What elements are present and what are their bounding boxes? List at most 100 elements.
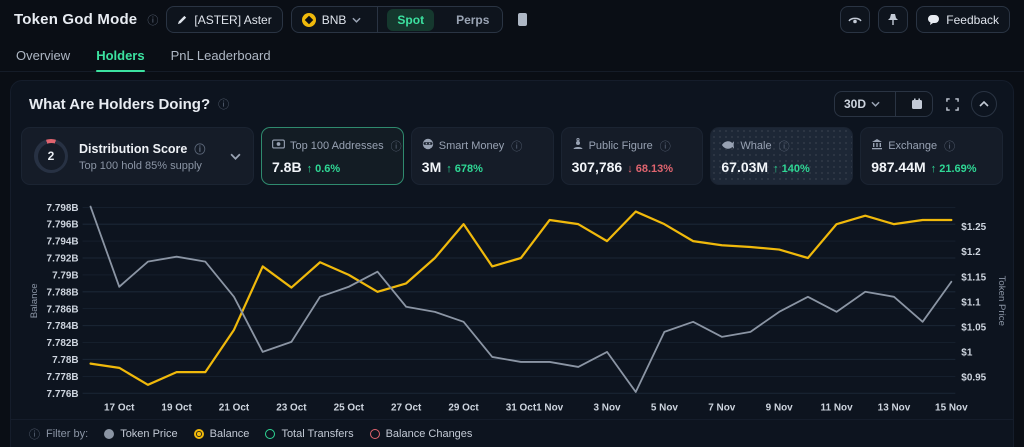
x-axis-tick: 1 Nov	[536, 402, 563, 413]
legend-item-token-price[interactable]: Token Price	[104, 428, 177, 440]
stat-cards-row: 2 Distribution Score ⓘ Top 100 hold 85% sup…	[11, 123, 1013, 187]
stat-value: 7.8B	[272, 159, 302, 175]
left-axis-tick: 7.78B	[52, 355, 79, 366]
right-axis-tick: $1.15	[961, 272, 986, 283]
eye-icon	[848, 15, 862, 25]
divider	[895, 92, 896, 116]
chevron-down-icon	[871, 101, 880, 107]
calendar-icon	[911, 98, 923, 110]
series-line-token-price	[91, 207, 952, 392]
chain-selector-button[interactable]: BNB	[292, 7, 372, 32]
stat-value: 67.03M	[721, 159, 768, 175]
score-subtitle: Top 100 hold 85% supply	[79, 160, 219, 172]
right-axis-tick: $1	[961, 347, 972, 358]
legend-item-balance[interactable]: Balance	[194, 428, 250, 440]
calendar-button[interactable]	[902, 92, 932, 116]
pencil-icon	[177, 14, 188, 25]
series-line-balance	[91, 212, 952, 385]
chain-selector-label: BNB	[322, 13, 347, 27]
legend-text: Total Transfers	[281, 428, 353, 440]
token-selector-button[interactable]: [ASTER] Aster	[166, 6, 282, 33]
distribution-score-card[interactable]: 2 Distribution Score ⓘ Top 100 hold 85% sup…	[21, 127, 254, 185]
left-axis-tick: 7.788B	[47, 287, 79, 298]
holders-activity-panel: What Are Holders Doing? ⓘ 30D	[10, 80, 1014, 447]
tab-overview[interactable]: Overview	[16, 39, 70, 71]
pin-button[interactable]	[878, 6, 908, 33]
pin-icon	[887, 13, 899, 26]
legend-item-total-transfers[interactable]: Total Transfers	[265, 428, 353, 440]
feedback-label: Feedback	[946, 13, 999, 27]
x-axis-tick: 15 Nov	[935, 402, 968, 413]
stat-card-whale[interactable]: Whaleⓘ67.03M↑ 140%	[710, 127, 853, 185]
info-icon: ⓘ	[218, 96, 229, 112]
cash-icon	[272, 139, 285, 152]
stat-change: ↑ 678%	[446, 163, 483, 175]
page-title: Token God Mode	[14, 11, 137, 28]
left-axis-title: Balance	[29, 283, 40, 318]
chat-bubble-icon	[927, 14, 940, 26]
score-gauge: 2	[34, 139, 68, 173]
stat-value: 307,786	[572, 159, 623, 175]
x-axis-tick: 31 Oct	[506, 402, 537, 413]
stat-card-top-100-addresses[interactable]: Top 100 Addressesⓘ7.8B↑ 0.6%	[261, 127, 404, 185]
stat-label: Top 100 Addresses	[290, 140, 384, 152]
x-axis-tick: 5 Nov	[651, 402, 678, 413]
right-axis-tick: $1.25	[961, 222, 986, 233]
feedback-button[interactable]: Feedback	[916, 6, 1010, 33]
watch-button[interactable]	[840, 6, 870, 33]
chevron-down-icon	[352, 17, 361, 23]
stat-card-exchange[interactable]: Exchangeⓘ987.44M↑ 21.69%	[860, 127, 1003, 185]
market-tab-perps[interactable]: Perps	[446, 9, 499, 31]
x-axis-tick: 17 Oct	[104, 402, 135, 413]
range-selector-group: 30D	[834, 91, 933, 117]
fullscreen-button[interactable]	[941, 91, 963, 117]
stat-change: ↑ 140%	[773, 163, 810, 175]
left-axis-tick: 7.784B	[47, 321, 79, 332]
score-title: Distribution Score	[79, 142, 187, 156]
left-axis-tick: 7.794B	[47, 237, 79, 248]
legend-item-balance-changes[interactable]: Balance Changes	[370, 428, 473, 440]
token-selector-label: [ASTER] Aster	[194, 13, 271, 27]
app-header: Token God Mode ⓘ [ASTER] Aster BNB Spot …	[0, 0, 1024, 39]
info-icon: ⓘ	[511, 138, 522, 154]
filter-by-label: ⓘFilter by:	[27, 426, 88, 442]
stat-value: 3M	[422, 159, 441, 175]
tab-pnl-leaderboard[interactable]: PnL Leaderboard	[171, 39, 271, 71]
stat-card-public-figure[interactable]: Public Figureⓘ307,786↓ 68.13%	[561, 127, 704, 185]
person-icon	[572, 138, 584, 153]
range-value: 30D	[844, 97, 866, 111]
legend-marker	[265, 429, 275, 439]
x-axis-tick: 25 Oct	[334, 402, 365, 413]
divider	[377, 7, 378, 32]
mobile-view-icon-button[interactable]	[511, 6, 533, 33]
stat-card-smart-money[interactable]: Smart Money ⓘ 3M ↑ 678%	[411, 127, 554, 185]
legend-text: Balance Changes	[386, 428, 473, 440]
range-dropdown[interactable]: 30D	[835, 92, 889, 116]
info-icon: ⓘ	[660, 138, 671, 154]
line-chart-canvas: 7.776B7.778B7.78B7.782B7.784B7.786B7.788…	[13, 189, 1011, 419]
panel-title: What Are Holders Doing?	[29, 96, 210, 113]
panel-header: What Are Holders Doing? ⓘ 30D	[11, 81, 1013, 123]
holders-chart[interactable]: 7.776B7.778B7.78B7.782B7.784B7.786B7.788…	[11, 187, 1013, 419]
info-icon: ⓘ	[147, 12, 158, 28]
market-selector-group: BNB Spot Perps	[291, 6, 504, 33]
left-axis-tick: 7.786B	[47, 304, 79, 315]
tab-holders[interactable]: Holders	[96, 39, 144, 71]
info-icon: ⓘ	[194, 141, 205, 157]
stat-label: Public Figure	[589, 140, 653, 152]
info-icon: ⓘ	[779, 138, 790, 154]
stat-change: ↑ 0.6%	[307, 163, 341, 175]
right-axis-title: Token Price	[996, 276, 1007, 326]
left-axis-tick: 7.792B	[47, 253, 79, 264]
x-axis-tick: 27 Oct	[391, 402, 422, 413]
market-tab-spot[interactable]: Spot	[387, 9, 434, 31]
tab-bar: Overview Holders PnL Leaderboard	[0, 39, 1024, 72]
stat-label: Exchange	[888, 140, 937, 152]
stat-label: Smart Money	[439, 140, 504, 152]
x-axis-tick: 11 Nov	[821, 402, 853, 413]
bnb-coin-icon	[302, 13, 316, 27]
x-axis-tick: 21 Oct	[219, 402, 250, 413]
collapse-button[interactable]	[971, 91, 997, 117]
legend-marker	[194, 429, 204, 439]
right-axis-tick: $1.2	[961, 247, 981, 258]
